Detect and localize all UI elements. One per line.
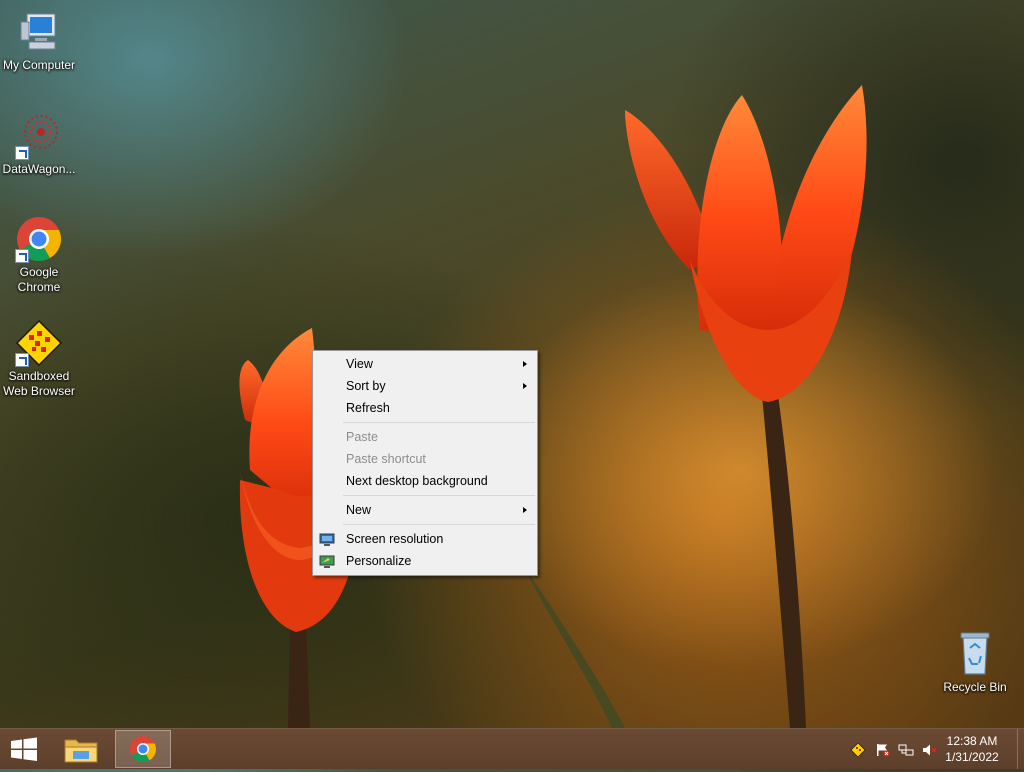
- chrome-taskbar-button[interactable]: [115, 730, 171, 768]
- desktop-icon-datawagon[interactable]: DataWagon...: [0, 112, 78, 177]
- recycle-bin-icon: [951, 630, 999, 678]
- menu-item-label: Screen resolution: [346, 532, 444, 546]
- clock-date: 1/31/2022: [945, 750, 999, 764]
- menu-item-label: Personalize: [346, 554, 412, 568]
- windows-start-icon: [11, 737, 37, 761]
- shortcut-arrow-icon: [15, 249, 29, 263]
- computer-icon: [15, 8, 63, 56]
- menu-item-screen-resolution[interactable]: Screen resolution: [313, 528, 537, 550]
- network-icon[interactable]: [898, 742, 914, 756]
- action-center-flag-icon[interactable]: [875, 742, 891, 757]
- desktop-icon-label: My Computer: [2, 58, 76, 72]
- menu-item-view[interactable]: View: [313, 353, 537, 375]
- submenu-arrow-icon: [523, 383, 527, 389]
- show-desktop-button[interactable]: [1017, 729, 1024, 769]
- volume-muted-icon[interactable]: [922, 742, 938, 756]
- menu-item-new[interactable]: New: [313, 499, 537, 521]
- menu-item-label: View: [346, 357, 373, 371]
- clock-time: 12:38 AM: [946, 734, 998, 748]
- menu-item-paste-shortcut: Paste shortcut: [313, 448, 537, 470]
- desktop-context-menu: View Sort by Refresh Paste Paste shortcu…: [312, 350, 538, 576]
- menu-item-label: Paste: [346, 430, 378, 444]
- desktop-icon-label: Google Chrome: [17, 265, 61, 294]
- menu-item-label: Refresh: [346, 401, 390, 415]
- menu-item-sort-by[interactable]: Sort by: [313, 375, 537, 397]
- menu-separator: [343, 495, 535, 496]
- menu-item-label: Next desktop background: [346, 474, 488, 488]
- desktop-icon-recycle-bin[interactable]: Recycle Bin: [936, 630, 1014, 695]
- menu-item-personalize[interactable]: Personalize: [313, 550, 537, 572]
- sandboxie-icon: [15, 319, 63, 367]
- personalize-icon: [319, 554, 335, 568]
- menu-item-paste: Paste: [313, 426, 537, 448]
- menu-item-label: New: [346, 503, 372, 517]
- menu-item-refresh[interactable]: Refresh: [313, 397, 537, 419]
- menu-item-label: Sort by: [346, 379, 386, 393]
- file-explorer-button[interactable]: [56, 730, 106, 768]
- taskbar-clock[interactable]: 12:38 AM 1/31/2022: [937, 733, 1007, 765]
- menu-separator: [343, 422, 535, 423]
- chrome-icon: [130, 736, 157, 763]
- submenu-arrow-icon: [523, 507, 527, 513]
- shortcut-arrow-icon: [15, 353, 29, 367]
- menu-item-label: Paste shortcut: [346, 452, 426, 466]
- desktop-icon-label: Sandboxed Web Browser: [3, 369, 75, 398]
- file-explorer-icon: [64, 739, 98, 763]
- submenu-arrow-icon: [523, 361, 527, 367]
- taskbar: 12:38 AM 1/31/2022: [0, 728, 1024, 769]
- desktop-icon-my-computer[interactable]: My Computer: [0, 8, 78, 73]
- start-button[interactable]: [0, 730, 48, 768]
- menu-item-next-desktop-background[interactable]: Next desktop background: [313, 470, 537, 492]
- chrome-icon: [15, 215, 63, 263]
- desktop-icon-google-chrome[interactable]: Google Chrome: [0, 215, 78, 295]
- desktop-icon-label: Recycle Bin: [943, 680, 1007, 694]
- datawagon-icon: [15, 112, 63, 160]
- sandboxie-tray-icon[interactable]: [850, 742, 866, 758]
- shortcut-arrow-icon: [15, 146, 29, 160]
- screen-resolution-icon: [319, 532, 335, 546]
- menu-separator: [343, 524, 535, 525]
- desktop-icon-sandboxed-web-browser[interactable]: Sandboxed Web Browser: [0, 319, 78, 399]
- desktop-icon-label: DataWagon...: [2, 162, 76, 176]
